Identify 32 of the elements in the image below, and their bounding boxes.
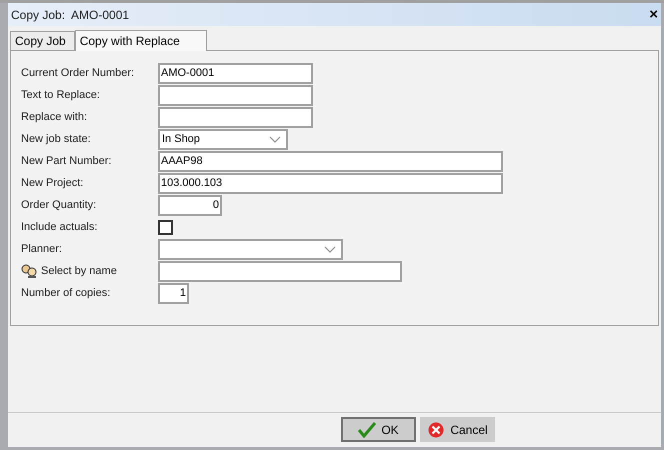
close-button[interactable]: × (649, 7, 658, 22)
window-title: Copy Job: AMO-0001 (11, 6, 130, 24)
checkbox[interactable] (158, 220, 173, 234)
dropdown[interactable]: In Shop (158, 128, 288, 150)
field-label: Current Order Number: (21, 66, 134, 81)
input-field[interactable]: 0 (158, 194, 222, 216)
field-label: New job state: (21, 132, 91, 147)
field-label: Number of copies: (21, 286, 110, 301)
field-label: Include actuals: (21, 220, 98, 235)
input-field[interactable]: AMO-0001 (158, 62, 313, 84)
input-field[interactable]: 103.000.103 (158, 172, 503, 194)
tab[interactable]: Copy Job (10, 31, 75, 50)
cancel-button[interactable]: Cancel (420, 417, 495, 442)
tab[interactable]: Copy with Replace (74, 30, 207, 51)
input-field[interactable]: 1 (158, 282, 189, 304)
ok-button[interactable]: OK (341, 417, 416, 442)
field-label: Replace with: (21, 110, 88, 125)
input-field[interactable] (158, 260, 402, 282)
field-label: Order Quantity: (21, 198, 96, 213)
field-label: Text to Replace: (21, 88, 100, 103)
field-label: New Part Number: (21, 154, 112, 169)
x-circle-icon (427, 422, 446, 438)
input-field[interactable] (158, 106, 313, 128)
chevron-down-icon (324, 246, 336, 252)
input-field[interactable] (158, 84, 313, 106)
field-label: New Project: (21, 176, 84, 191)
people-icon[interactable] (21, 264, 37, 278)
input-field[interactable]: AAAP98 (158, 150, 503, 172)
checkmark-icon (358, 422, 376, 438)
field-label: Select by name (41, 264, 117, 279)
chevron-down-icon (269, 136, 281, 142)
field-label: Planner: (21, 242, 62, 257)
